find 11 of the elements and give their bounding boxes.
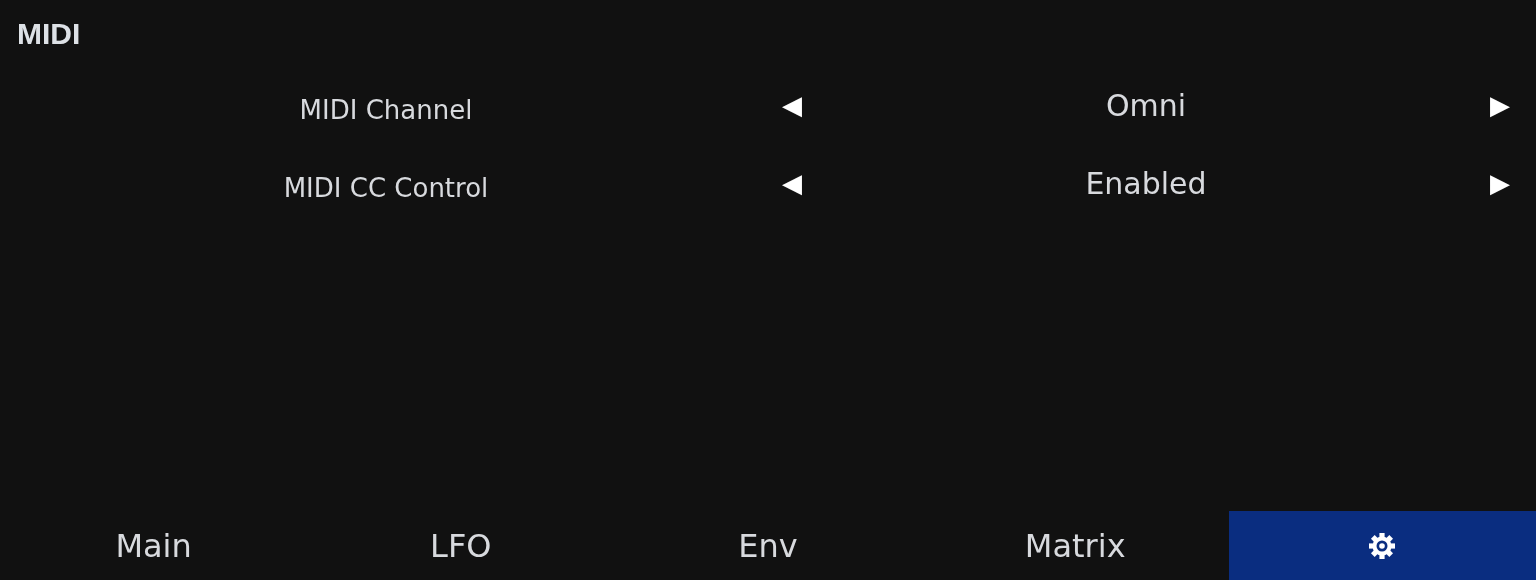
next-value-button[interactable]: ▶: [1490, 168, 1510, 198]
settings-icon: [1368, 531, 1397, 560]
setting-label: MIDI Channel: [299, 95, 473, 125]
previous-value-button[interactable]: ◀: [782, 168, 802, 198]
setting-value: Omni: [1105, 87, 1187, 123]
setting-label: MIDI CC Control: [283, 173, 489, 203]
settings-tab[interactable]: [1228, 511, 1536, 580]
previous-value-button[interactable]: ◀: [782, 90, 802, 120]
next-value-button[interactable]: ▶: [1490, 90, 1510, 120]
section-title: MIDI: [16, 16, 81, 52]
setting-value: Enabled: [1085, 165, 1207, 201]
